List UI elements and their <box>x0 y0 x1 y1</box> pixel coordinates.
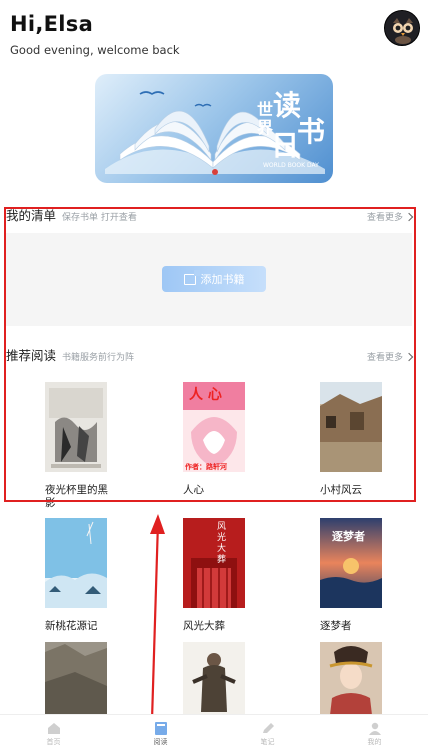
book-icon <box>154 721 167 735</box>
book-cover-title: 逐梦者 <box>332 530 365 543</box>
book-cover-art <box>320 382 382 472</box>
chevron-right-icon <box>404 212 414 221</box>
add-book-icon <box>183 269 200 285</box>
user-icon <box>368 722 381 735</box>
book-cover-art <box>45 382 107 472</box>
tab-profile[interactable]: 我的 <box>321 715 428 753</box>
pencil-icon <box>262 722 274 733</box>
recommend-more-label: 查看更多 <box>366 353 403 363</box>
banner-char-5: 日 <box>271 129 300 162</box>
greeting-title: Hi,Elsa <box>10 12 94 36</box>
recommend-more-link[interactable]: 查看更多 <box>366 350 414 363</box>
book-title[interactable]: 逐梦者 <box>320 620 352 633</box>
bottom-tab-bar: 首页 阅读 笔记 我的 <box>0 714 428 753</box>
tab-reading-label: 阅读 <box>153 737 168 746</box>
book-cover-author: 作者：路轩河 <box>185 463 227 471</box>
recommend-subtitle: 书籍服务前行为阵 <box>62 353 135 363</box>
book-title[interactable]: 夜光杯里的黑影 <box>45 484 111 510</box>
book-cover[interactable]: 人 心 作者：路轩河 <box>183 382 245 472</box>
owl-avatar-icon <box>385 11 419 45</box>
world-book-day-banner[interactable]: 世 界 读 书 日 WORLD BOOK DAY <box>95 74 333 183</box>
recommend-title: 推荐阅读 <box>6 348 57 363</box>
book-title[interactable]: 小村风云 <box>320 484 362 497</box>
tab-profile-label: 我的 <box>367 737 382 746</box>
book-cover-art <box>45 518 107 608</box>
book-cover-title: 风光大葬 <box>217 522 227 565</box>
banner-char-4: 书 <box>297 115 326 148</box>
book-cover[interactable]: 逐梦者 <box>320 518 382 608</box>
home-icon <box>47 722 60 734</box>
avatar[interactable] <box>384 10 420 46</box>
recommend-header: 推荐阅读 书籍服务前行为阵 查看更多 <box>6 345 414 364</box>
add-book-button[interactable]: 添加书籍 <box>162 266 266 292</box>
book-title[interactable]: 人心 <box>183 484 204 497</box>
book-cover-title: 人 心 <box>189 387 222 403</box>
book-title[interactable]: 新桃花源记 <box>45 620 98 633</box>
tab-home[interactable]: 首页 <box>0 715 107 753</box>
chevron-right-icon <box>404 352 414 361</box>
book-cover-art <box>183 518 245 608</box>
my-list-header: 我的清单 保存书单 打开查看 查看更多 <box>6 205 414 224</box>
tab-notes-label: 笔记 <box>260 737 275 746</box>
book-cover[interactable]: 风光大葬 <box>183 518 245 608</box>
my-list-more-link[interactable]: 查看更多 <box>366 210 414 223</box>
my-list-subtitle: 保存书单 打开查看 <box>62 213 137 223</box>
banner-caption: WORLD BOOK DAY <box>263 162 319 169</box>
tab-home-label: 首页 <box>46 737 61 746</box>
book-cover[interactable] <box>45 518 107 608</box>
tab-reading[interactable]: 阅读 <box>107 715 214 753</box>
my-list-more-label: 查看更多 <box>366 213 403 223</box>
book-cover[interactable] <box>320 382 382 472</box>
book-cover[interactable] <box>45 382 107 472</box>
greeting-subtitle: Good evening, welcome back <box>10 43 180 57</box>
book-title[interactable]: 风光大葬 <box>183 620 225 633</box>
add-book-label: 添加书籍 <box>200 273 245 286</box>
my-list-title: 我的清单 <box>6 208 57 223</box>
tab-notes[interactable]: 笔记 <box>214 715 321 753</box>
